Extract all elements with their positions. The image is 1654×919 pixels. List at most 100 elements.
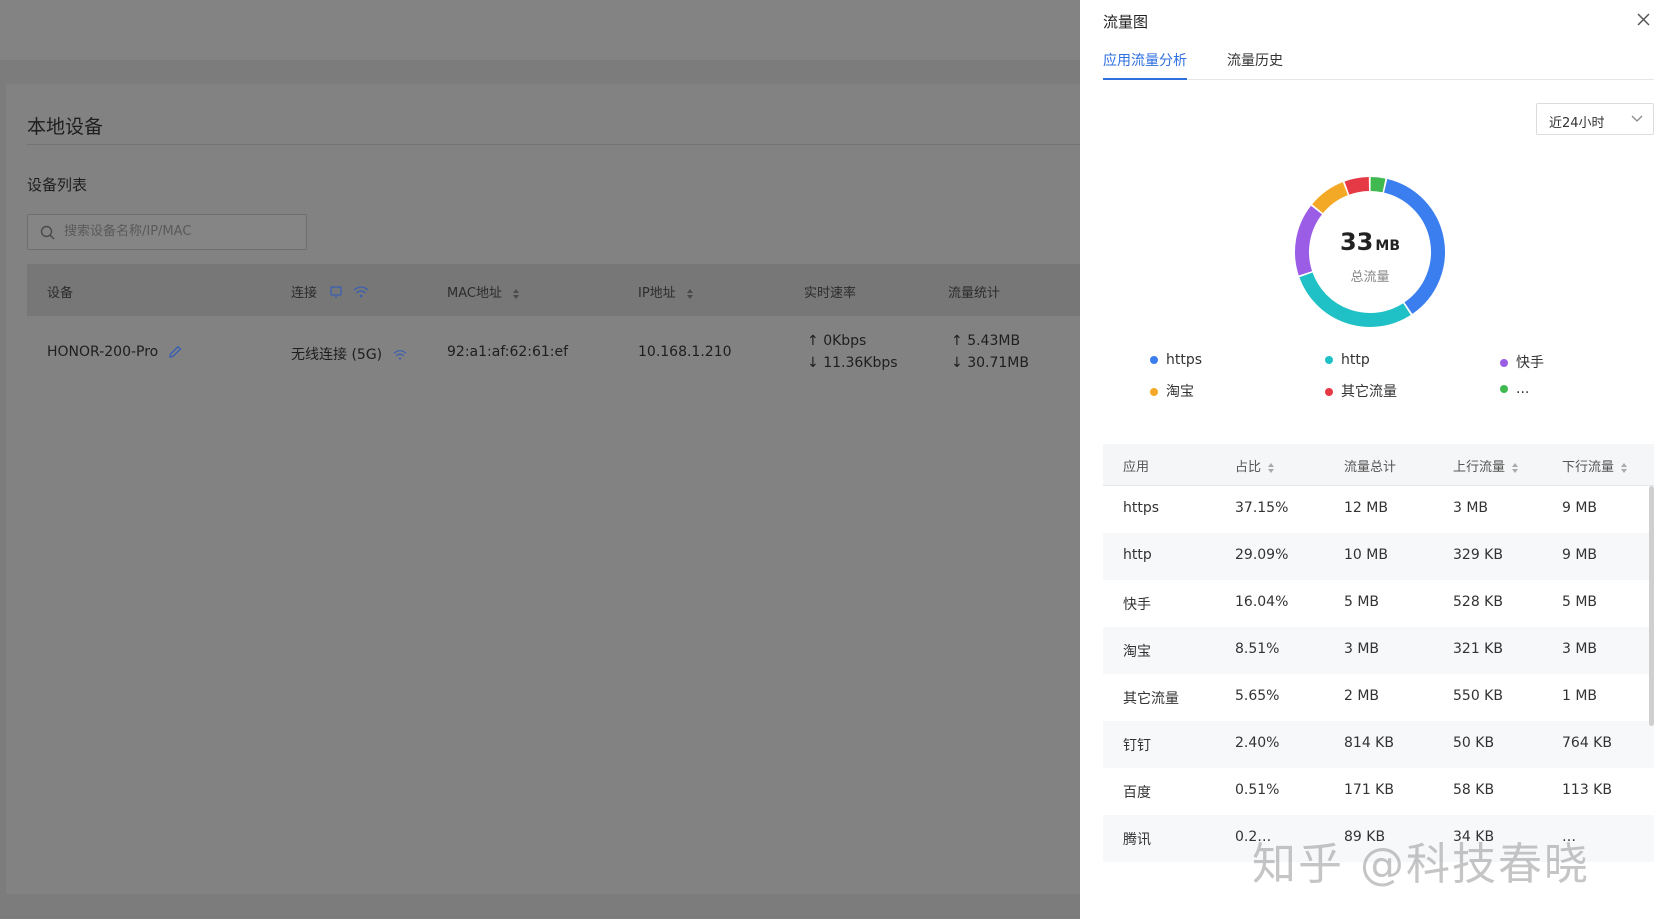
device-search[interactable]: [27, 214, 307, 250]
app-name: 淘宝: [1123, 644, 1151, 660]
app-download: 9 MB: [1562, 500, 1598, 516]
app-name: 腾讯: [1123, 832, 1151, 848]
donut-slice-4[interactable]: [1344, 177, 1370, 195]
traffic-stats: ↑ 5.43MB ↓ 30.71MB: [951, 330, 1029, 374]
drawer-tabs: 应用流量分析 流量历史: [1103, 50, 1654, 80]
app-total: 171 KB: [1344, 782, 1394, 798]
legend-dot: [1325, 388, 1333, 396]
app-download: 9 MB: [1562, 547, 1598, 563]
edit-icon[interactable]: [167, 344, 183, 360]
total-traffic-label: 总流量: [1350, 270, 1390, 285]
app-upload: 50 KB: [1453, 735, 1495, 751]
rate-down: ↓ 11.36Kbps: [807, 355, 898, 371]
legend-item[interactable]: 其它流量: [1325, 381, 1397, 401]
arrow-down-icon: ↓: [951, 355, 968, 371]
total-traffic-unit: MB: [1375, 238, 1400, 254]
app-upload: 3 MB: [1453, 500, 1489, 516]
sort-icon[interactable]: [686, 288, 694, 300]
rate-up: ↑ 0Kbps: [807, 333, 867, 349]
table-scrollbar[interactable]: [1649, 486, 1654, 726]
ethernet-icon[interactable]: [329, 285, 343, 299]
donut-slice-5[interactable]: [1370, 177, 1386, 193]
app-download: 5 MB: [1562, 594, 1598, 610]
col-total: 流量总计: [1344, 460, 1397, 475]
sort-icon[interactable]: [1620, 462, 1628, 474]
search-input[interactable]: [64, 224, 294, 239]
app-total: 814 KB: [1344, 735, 1394, 751]
traffic-donut-chart: 33 MB 总流量: [1288, 170, 1452, 334]
app-upload: 550 KB: [1453, 688, 1503, 704]
legend-dot: [1150, 388, 1158, 396]
connection-cell: 无线连接 (5G): [291, 344, 407, 364]
device-name: HONOR-200-Pro: [47, 344, 159, 360]
col-mac[interactable]: MAC地址: [447, 282, 520, 301]
app-download: 764 KB: [1562, 735, 1612, 751]
legend-item[interactable]: http: [1325, 352, 1370, 368]
app-share: 16.04%: [1235, 594, 1289, 610]
col-rate: 实时速率: [804, 286, 857, 301]
sort-icon[interactable]: [512, 288, 520, 300]
app-upload: 329 KB: [1453, 547, 1503, 563]
app-share: 8.51%: [1235, 641, 1280, 657]
col-app: 应用: [1123, 460, 1150, 475]
app-share: 29.09%: [1235, 547, 1289, 563]
device-name-cell: HONOR-200-Pro: [47, 344, 183, 360]
page-title: 本地设备: [27, 116, 104, 138]
traffic-up: ↑ 5.43MB: [951, 333, 1021, 349]
time-range-select[interactable]: 近24小时: [1536, 103, 1654, 135]
app-download: 3 MB: [1562, 641, 1598, 657]
app-download: 1 MB: [1562, 688, 1598, 704]
app-total: 2 MB: [1344, 688, 1380, 704]
arrow-down-icon: ↓: [807, 355, 824, 371]
connection-filter-icons[interactable]: [329, 285, 369, 303]
table-row[interactable]: 百度 0.51% 171 KB 58 KB 113 KB: [1103, 768, 1654, 815]
col-share[interactable]: 占比: [1235, 456, 1275, 475]
legend-item[interactable]: 淘宝: [1150, 381, 1194, 401]
donut-slice-3[interactable]: [1312, 182, 1349, 214]
table-row[interactable]: 钉钉 2.40% 814 KB 50 KB 764 KB: [1103, 721, 1654, 768]
col-traffic: 流量统计: [948, 286, 1001, 301]
table-row[interactable]: 淘宝 8.51% 3 MB 321 KB 3 MB: [1103, 627, 1654, 674]
app-share: 5.65%: [1235, 688, 1280, 704]
app-name: 钉钉: [1123, 738, 1151, 754]
table-row[interactable]: https 37.15% 12 MB 3 MB 9 MB: [1103, 486, 1654, 533]
col-ip[interactable]: IP地址: [638, 282, 694, 301]
app-name: 百度: [1123, 785, 1151, 801]
wifi-icon: [393, 350, 406, 360]
table-row[interactable]: 快手 16.04% 5 MB 528 KB 5 MB: [1103, 580, 1654, 627]
col-connection: 连接: [291, 282, 369, 303]
col-upload[interactable]: 上行流量: [1453, 456, 1519, 475]
app-name: https: [1123, 500, 1160, 516]
app-total: 10 MB: [1344, 547, 1388, 563]
watermark: 知乎 @科技春晓: [1252, 839, 1590, 890]
app-share: 0.51%: [1235, 782, 1280, 798]
legend-item[interactable]: ...: [1500, 381, 1529, 397]
chevron-down-icon: [1631, 115, 1643, 122]
app-total: 12 MB: [1344, 500, 1388, 516]
app-total: 3 MB: [1344, 641, 1380, 657]
close-icon[interactable]: [1634, 10, 1654, 30]
col-mac-label: MAC地址: [447, 286, 502, 301]
tab-app-traffic[interactable]: 应用流量分析: [1103, 50, 1187, 80]
arrow-up-icon: ↑: [951, 333, 968, 349]
legend-item[interactable]: 快手: [1500, 352, 1544, 372]
tab-traffic-history[interactable]: 流量历史: [1227, 50, 1283, 78]
sort-icon[interactable]: [1511, 462, 1519, 474]
legend-dot: [1150, 356, 1158, 364]
wifi-icon[interactable]: [353, 285, 369, 299]
table-row[interactable]: 其它流量 5.65% 2 MB 550 KB 1 MB: [1103, 674, 1654, 721]
app-share: 2.40%: [1235, 735, 1280, 751]
app-table-header: 应用 占比 流量总计 上行流量 下行流量: [1103, 444, 1654, 486]
drawer-title: 流量图: [1103, 13, 1149, 31]
col-ip-label: IP地址: [638, 286, 676, 301]
sort-icon[interactable]: [1267, 462, 1275, 474]
col-download[interactable]: 下行流量: [1562, 456, 1628, 475]
search-icon: [40, 225, 55, 240]
app-download: 113 KB: [1562, 782, 1612, 798]
legend-item[interactable]: https: [1150, 352, 1202, 368]
table-row[interactable]: http 29.09% 10 MB 329 KB 9 MB: [1103, 533, 1654, 580]
app-name: 其它流量: [1123, 691, 1179, 707]
connection-type: 无线连接 (5G): [291, 347, 383, 363]
time-range-value: 近24小时: [1549, 116, 1605, 131]
app-share: 37.15%: [1235, 500, 1289, 516]
